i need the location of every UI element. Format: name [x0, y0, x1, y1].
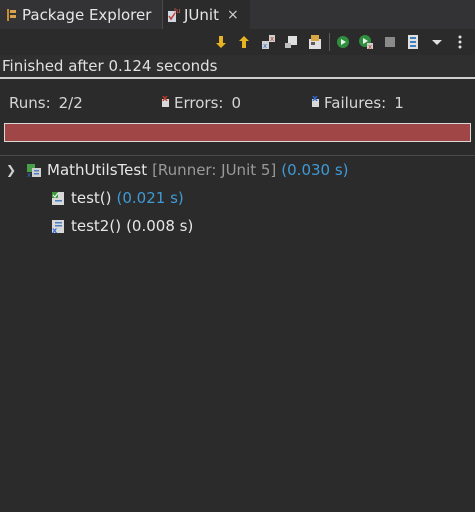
history-icon[interactable] [306, 33, 323, 51]
status-divider [0, 77, 475, 79]
progress-fill [5, 124, 470, 141]
runs-value: 2/2 [58, 94, 83, 112]
tree-item-test-method[interactable]: test() (0.021 s) [50, 186, 184, 210]
scroll-lock-icon[interactable] [282, 33, 299, 51]
status-message: Finished after 0.124 seconds [0, 55, 475, 77]
previous-failure-icon[interactable] [235, 33, 252, 51]
errors-label: Errors: [174, 94, 224, 112]
svg-text:x: x [270, 35, 274, 43]
close-icon[interactable]: × [227, 8, 239, 22]
error-icon [162, 94, 169, 107]
package-explorer-icon [6, 8, 17, 22]
show-failures-only-icon[interactable]: x x [259, 33, 276, 51]
failures-label: Failures: [324, 94, 387, 112]
svg-text:x: x [52, 226, 58, 234]
junit-toolbar: x x x [212, 31, 475, 52]
svg-text:x: x [263, 42, 267, 50]
failures-value: 1 [394, 94, 404, 112]
test-passed-icon [50, 190, 66, 206]
svg-text:x: x [368, 43, 372, 50]
junit-icon: Ju [166, 7, 181, 23]
tab-label: JUnit [184, 5, 219, 24]
tab-label: Package Explorer [22, 5, 152, 24]
view-menu-icon[interactable] [428, 33, 445, 51]
counters-panel: Runs: 2/2 Errors: 0 Failures: 1 [0, 92, 475, 114]
runner-label: [Runner: JUnit 5] [152, 161, 277, 179]
test-method-name: test2() [71, 217, 122, 235]
tree-divider [0, 155, 475, 156]
runs-label: Runs: [9, 94, 51, 112]
test-time: (0.030 s) [281, 161, 349, 179]
svg-text:x: x [27, 171, 31, 178]
tab-package-explorer[interactable]: Package Explorer [0, 0, 158, 29]
svg-text:Ju: Ju [173, 7, 180, 15]
tree-item-test-method[interactable]: x test2() (0.008 s) [50, 214, 193, 238]
next-failure-icon[interactable] [212, 33, 229, 51]
test-class-name: MathUtilsTest [47, 161, 148, 179]
runs-counter: Runs: 2/2 [9, 92, 83, 114]
test-method-name: test() [71, 189, 112, 207]
stop-icon[interactable] [381, 33, 398, 51]
errors-value: 0 [231, 94, 241, 112]
tree-item-test-class[interactable]: ❯ x MathUtilsTest [Runner: JUnit 5] (0.0… [4, 158, 349, 182]
test-suite-failed-icon: x [26, 162, 42, 179]
view-tab-bar: Package Explorer Ju JUnit × [0, 0, 475, 29]
rerun-failed-first-icon[interactable]: x [358, 33, 375, 51]
failures-counter: Failures: 1 [312, 92, 404, 114]
progress-bar [4, 123, 471, 142]
junit-view: Package Explorer Ju JUnit × x x x Finish… [0, 0, 475, 512]
layout-icon[interactable] [405, 33, 422, 51]
more-icon[interactable] [452, 33, 469, 51]
test-failed-icon: x [50, 218, 66, 235]
chevron-down-icon[interactable]: ❯ [4, 163, 18, 177]
errors-counter: Errors: 0 [162, 92, 241, 114]
tab-junit[interactable]: Ju JUnit × [162, 0, 250, 29]
failure-icon [312, 94, 319, 107]
toolbar-separator [329, 32, 331, 51]
test-time: (0.008 s) [126, 217, 194, 235]
test-time: (0.021 s) [116, 189, 184, 207]
rerun-icon[interactable] [334, 33, 351, 51]
